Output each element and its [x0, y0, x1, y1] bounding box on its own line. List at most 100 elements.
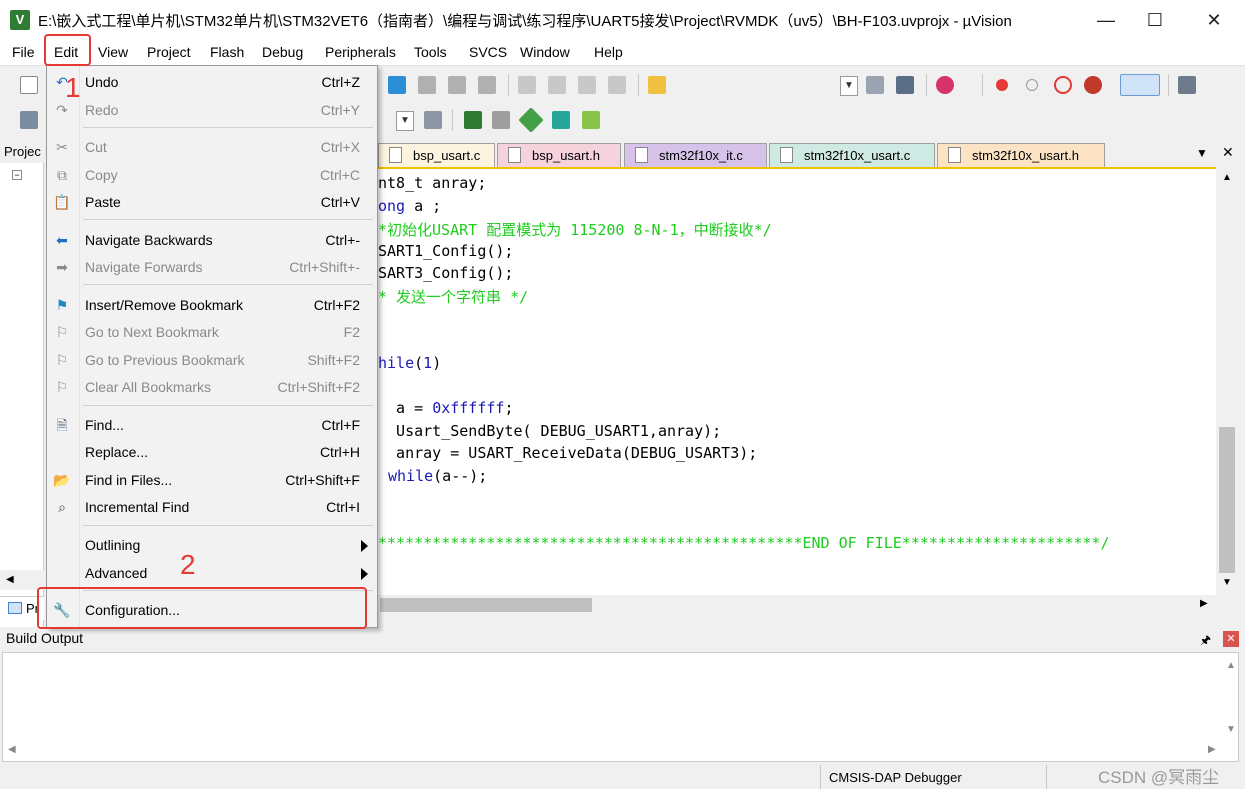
new-file-icon[interactable]	[20, 76, 38, 94]
menu-item-redo[interactable]: ↷ Redo Ctrl+Y	[47, 97, 377, 124]
code-line: SART3_Config();	[378, 264, 514, 282]
arrow-left-icon: ⬅	[56, 232, 68, 248]
menu-item-navigate-backwards[interactable]: ⬅ Navigate Backwards Ctrl+-	[47, 227, 377, 254]
build-output-area[interactable]	[2, 652, 1239, 762]
find-in-files-icon[interactable]	[648, 76, 666, 94]
menu-item-shortcut: Ctrl+C	[319, 167, 360, 183]
menu-item-navigate-forwards[interactable]: ➡ Navigate Forwards Ctrl+Shift+-	[47, 254, 377, 281]
menu-item-label: Navigate Backwards	[85, 232, 213, 248]
dropdown-chevron-icon[interactable]: ▼	[840, 76, 858, 96]
minimize-button[interactable]: —	[1078, 0, 1134, 40]
comment-icon[interactable]	[578, 76, 596, 94]
menu-help[interactable]: Help	[594, 44, 623, 60]
menu-project[interactable]: Project	[147, 44, 191, 60]
scroll-right-icon[interactable]: ▶	[1208, 744, 1216, 755]
debug-session-icon[interactable]	[936, 76, 954, 94]
code-text: (	[414, 354, 424, 372]
menu-item-advanced[interactable]: Advanced	[47, 560, 377, 587]
file-extensions-icon[interactable]	[492, 111, 510, 129]
menu-item-outlining[interactable]: Outlining	[47, 532, 377, 559]
tab-bsp-usart-c[interactable]: bsp_usart.c	[378, 143, 495, 167]
horizontal-scroll-thumb[interactable]	[380, 598, 592, 612]
code-line: hile(1)	[378, 354, 441, 372]
breakpoint-icon[interactable]	[996, 79, 1008, 91]
select-software-packs-icon[interactable]	[582, 111, 600, 129]
scroll-left-icon[interactable]: ◀	[8, 744, 16, 755]
manage-components-icon[interactable]	[464, 111, 482, 129]
menu-svcs[interactable]: SVCS	[469, 44, 507, 60]
bookmark-icon[interactable]	[388, 76, 406, 94]
tab-bsp-usart-h[interactable]: bsp_usart.h	[497, 143, 621, 167]
scroll-down-icon[interactable]: ▼	[1222, 577, 1232, 588]
window-layout-icon[interactable]	[1120, 74, 1160, 96]
menu-debug[interactable]: Debug	[262, 44, 303, 60]
redo-icon: ↷	[56, 102, 68, 118]
menu-item-label: Find in Files...	[85, 472, 173, 488]
scroll-up-icon[interactable]: ▲	[1222, 172, 1232, 183]
menu-item-copy[interactable]: ⧉ Copy Ctrl+C	[47, 162, 377, 189]
bookmark-prev-icon[interactable]	[448, 76, 466, 94]
scroll-left-icon[interactable]: ◀	[6, 574, 14, 585]
bookmark-clear-icon[interactable]	[478, 76, 496, 94]
menu-window[interactable]: Window	[520, 44, 570, 60]
scroll-up-icon[interactable]: ▲	[1226, 660, 1236, 671]
menu-peripherals[interactable]: Peripherals	[325, 44, 396, 60]
breakpoint-clear-icon[interactable]	[1084, 76, 1102, 94]
menu-flash[interactable]: Flash	[210, 44, 244, 60]
annotation-step-2: 2	[180, 549, 196, 580]
maximize-button[interactable]: ☐	[1127, 0, 1183, 40]
menu-bar: File Edit View Project Flash Debug Perip…	[0, 40, 1245, 66]
breakpoint-kill-icon[interactable]	[1054, 76, 1072, 94]
toolbar-separator	[452, 109, 453, 131]
wrench-icon[interactable]	[1178, 76, 1196, 94]
target-dropdown-icon[interactable]: ▼	[396, 111, 414, 131]
indent-icon[interactable]	[518, 76, 536, 94]
project-pane-title: Projec	[0, 141, 44, 163]
menu-item-insert-remove-bookmark[interactable]: ⚑ Insert/Remove Bookmark Ctrl+F2	[47, 292, 377, 319]
code-line: Usart_SendByte( DEBUG_USART1,anray);	[378, 422, 722, 440]
close-window-button[interactable]: ✕	[1186, 0, 1242, 40]
menu-item-incremental-find[interactable]: ⌕ Incremental Find Ctrl+I	[47, 494, 377, 521]
binoculars-icon: ⌕	[58, 499, 66, 515]
menu-item-cut[interactable]: ✂ Cut Ctrl+X	[47, 134, 377, 161]
bookmark-next-icon[interactable]	[418, 76, 436, 94]
h-file-icon	[948, 147, 961, 163]
breakpoint-disable-icon[interactable]	[1026, 79, 1038, 91]
menu-item-paste[interactable]: 📋 Paste Ctrl+V	[47, 189, 377, 216]
menu-view[interactable]: View	[98, 44, 128, 60]
tab-stm32f10x-usart-c[interactable]: stm32f10x_usart.c	[769, 143, 935, 167]
menu-item-go-to-next-bookmark[interactable]: ⚐ Go to Next Bookmark F2	[47, 319, 377, 346]
bookmark-prev-icon: ⚐	[55, 352, 69, 368]
menu-file[interactable]: File	[12, 44, 35, 60]
pin-icon[interactable]: 🖈	[1200, 631, 1211, 652]
submenu-arrow-icon	[361, 540, 368, 552]
menu-item-find[interactable]: 🗎 Find... Ctrl+F	[47, 412, 377, 439]
menu-item-label: Clear All Bookmarks	[85, 379, 212, 395]
toolbar-separator	[508, 74, 509, 96]
menu-item-undo[interactable]: ↶ Undo Ctrl+Z	[47, 69, 377, 96]
tab-stm32f10x-usart-h[interactable]: stm32f10x_usart.h	[937, 143, 1105, 167]
vertical-scroll-thumb[interactable]	[1219, 427, 1235, 573]
tab-stm32f10x-it-c[interactable]: stm32f10x_it.c	[624, 143, 767, 167]
pack-installer-icon[interactable]	[552, 111, 570, 129]
target-options-icon[interactable]	[424, 111, 442, 129]
uncomment-icon[interactable]	[608, 76, 626, 94]
menu-tools[interactable]: Tools	[414, 44, 447, 60]
unindent-icon[interactable]	[548, 76, 566, 94]
find-icon[interactable]	[866, 76, 884, 94]
menu-item-go-to-previous-bookmark[interactable]: ⚐ Go to Previous Bookmark Shift+F2	[47, 347, 377, 374]
close-tab-icon[interactable]: ✕	[1222, 144, 1234, 161]
scroll-right-icon[interactable]: ▶	[1200, 598, 1208, 609]
incremental-find-icon[interactable]	[896, 76, 914, 94]
run-time-env-icon[interactable]	[518, 107, 544, 133]
close-build-output-icon[interactable]: ✕	[1223, 631, 1239, 647]
menu-item-shortcut: Ctrl+F2	[313, 297, 360, 313]
menu-item-replace[interactable]: Replace... Ctrl+H	[47, 439, 377, 466]
tree-collapse-icon[interactable]: −	[12, 170, 22, 180]
menu-item-find-in-files[interactable]: 📂 Find in Files... Ctrl+Shift+F	[47, 467, 377, 494]
tab-list-dropdown-icon[interactable]: ▼	[1196, 146, 1208, 160]
batch-build-icon[interactable]	[20, 111, 38, 129]
menu-item-label: Outlining	[85, 537, 141, 553]
scroll-down-icon[interactable]: ▼	[1226, 724, 1236, 735]
menu-item-clear-all-bookmarks[interactable]: ⚐ Clear All Bookmarks Ctrl+Shift+F2	[47, 374, 377, 401]
